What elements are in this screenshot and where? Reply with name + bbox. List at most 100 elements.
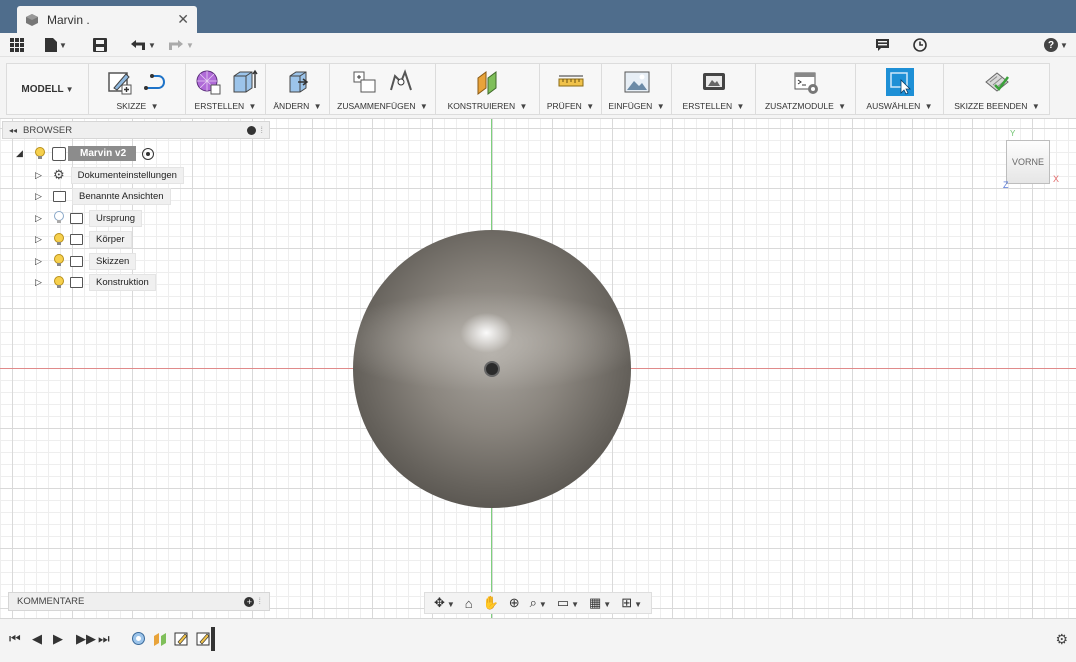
- joint-icon[interactable]: [387, 68, 415, 96]
- expand-triangle-icon[interactable]: ▷: [35, 277, 45, 288]
- tree-root-label[interactable]: Marvin v2: [68, 146, 137, 162]
- comments-panel[interactable]: KOMMENTARE + ⁞: [8, 592, 270, 611]
- zoom-icon[interactable]: ⊕: [509, 595, 520, 611]
- panel-grip-icon[interactable]: ⁞: [260, 125, 263, 136]
- finish-sketch-icon[interactable]: [983, 68, 1011, 96]
- origin-point[interactable]: [484, 361, 500, 377]
- tree-item-konstruktion[interactable]: ▷ Konstruktion: [2, 272, 270, 294]
- skizze-beenden-menu[interactable]: SKIZZE BEENDEN ▼: [944, 101, 1050, 111]
- collapse-triangle-icon[interactable]: ◢: [16, 148, 26, 159]
- timeline-sketch-feature-icon[interactable]: [174, 631, 189, 646]
- close-tab-icon[interactable]: ✕: [177, 11, 189, 28]
- timeline-plane-feature-icon[interactable]: [153, 631, 168, 646]
- fit-window-icon[interactable]: ⌕ ▼: [530, 595, 547, 611]
- tree-item-label[interactable]: Skizzen: [89, 252, 137, 270]
- konstruieren-menu[interactable]: KONSTRUIEREN ▼: [436, 101, 539, 111]
- erstellen-menu[interactable]: ERSTELLEN ▼: [186, 101, 265, 111]
- erstellen-2-menu[interactable]: ERSTELLEN ▼: [672, 101, 755, 111]
- visibility-bulb-icon[interactable]: [34, 146, 46, 161]
- tree-item-label[interactable]: Körper: [89, 231, 132, 249]
- select-cursor-icon[interactable]: [885, 68, 914, 96]
- tree-item-dokumenteinstellungen[interactable]: ▷ ⚙ Dokumenteinstellungen: [2, 165, 270, 187]
- aendern-menu[interactable]: ÄNDERN ▼: [266, 101, 329, 111]
- pin-icon[interactable]: [247, 125, 257, 135]
- look-at-icon[interactable]: ⌂: [465, 596, 473, 611]
- timeline-marker[interactable]: [211, 627, 215, 651]
- viewports-icon[interactable]: ⊞ ▼: [621, 595, 642, 611]
- scripts-addins-icon[interactable]: [792, 68, 820, 96]
- step-back-icon[interactable]: ◀: [32, 631, 42, 647]
- timeline-sketch-active-icon[interactable]: [196, 631, 211, 646]
- notifications-icon[interactable]: [876, 37, 889, 53]
- browser-header[interactable]: ◂◂ BROWSER ⁞: [2, 121, 270, 139]
- expand-triangle-icon[interactable]: ▷: [35, 234, 45, 245]
- render-icon[interactable]: [700, 68, 728, 96]
- tree-item-label[interactable]: Konstruktion: [89, 274, 156, 292]
- offset-plane-icon[interactable]: [474, 68, 502, 96]
- visibility-bulb-icon[interactable]: [53, 232, 65, 247]
- quick-access-bar: ▼ ▼ ▼ ? ▼: [0, 33, 1076, 57]
- apps-grid-icon[interactable]: [10, 37, 24, 53]
- play-icon[interactable]: ▶: [53, 631, 63, 647]
- skizze-menu[interactable]: SKIZZE ▼: [90, 101, 185, 111]
- auswaehlen-menu[interactable]: AUSWÄHLEN ▼: [856, 101, 943, 111]
- timeline-sphere-feature-icon[interactable]: [131, 631, 146, 646]
- history-clock-icon[interactable]: [913, 37, 927, 53]
- panel-grip-icon[interactable]: ⁞: [258, 596, 261, 607]
- folder-icon: [70, 255, 83, 267]
- visibility-bulb-icon[interactable]: [53, 275, 65, 290]
- step-forward-icon[interactable]: ▶▶: [76, 631, 96, 647]
- einfuegen-menu[interactable]: EINFÜGEN ▼: [602, 101, 671, 111]
- grid-settings-icon[interactable]: ▦ ▼: [589, 595, 611, 611]
- einfuegen-label: EINFÜGEN: [608, 101, 653, 111]
- tree-item-ursprung[interactable]: ▷ Ursprung: [2, 208, 270, 230]
- group-pruefen: PRÜFEN ▼: [540, 64, 602, 114]
- display-settings-icon[interactable]: ▭ ▼: [557, 595, 579, 611]
- file-menu-icon[interactable]: ▼: [45, 37, 67, 53]
- expand-triangle-icon[interactable]: ▷: [35, 213, 45, 224]
- group-erstellen-2: ERSTELLEN ▼: [672, 64, 756, 114]
- skizze-beenden-label: SKIZZE BEENDEN: [954, 101, 1028, 111]
- help-icon[interactable]: ? ▼: [1044, 37, 1068, 53]
- collapse-panel-icon[interactable]: ◂◂: [9, 126, 17, 135]
- redo-icon[interactable]: ▼: [168, 37, 194, 53]
- go-to-end-icon[interactable]: ⏭: [98, 631, 110, 647]
- timeline-settings-gear-icon[interactable]: ⚙: [1055, 631, 1068, 648]
- tree-item-label[interactable]: Benannte Ansichten: [72, 188, 171, 206]
- group-auswaehlen: AUSWÄHLEN ▼: [856, 64, 944, 114]
- press-pull-icon[interactable]: [284, 68, 312, 96]
- go-to-start-icon[interactable]: ⏮: [9, 631, 21, 647]
- tree-item-label[interactable]: Ursprung: [89, 209, 143, 227]
- activate-component-icon[interactable]: [142, 147, 155, 160]
- save-icon[interactable]: [93, 37, 107, 53]
- new-component-icon[interactable]: [351, 68, 379, 96]
- workspace-label: MODELL: [21, 83, 64, 95]
- extrude-icon[interactable]: [230, 68, 258, 96]
- tree-item-koerper[interactable]: ▷ Körper: [2, 229, 270, 251]
- tree-item-label[interactable]: Dokumenteinstellungen: [70, 166, 184, 184]
- undo-icon[interactable]: ▼: [130, 37, 156, 53]
- zusatzmodule-menu[interactable]: ZUSATZMODULE ▼: [756, 101, 855, 111]
- tree-root-row[interactable]: ◢ Marvin v2: [2, 143, 270, 165]
- pruefen-menu[interactable]: PRÜFEN ▼: [540, 101, 601, 111]
- create-form-icon[interactable]: [194, 68, 222, 96]
- insert-image-icon[interactable]: [623, 68, 651, 96]
- viewcube[interactable]: VORNE: [1006, 140, 1050, 184]
- document-tab[interactable]: Marvin . ✕: [17, 6, 197, 33]
- expand-triangle-icon[interactable]: ▷: [35, 256, 45, 267]
- create-sketch-icon[interactable]: [106, 68, 134, 96]
- expand-triangle-icon[interactable]: ▷: [35, 191, 45, 202]
- sketch-line-icon[interactable]: [142, 68, 170, 96]
- visibility-bulb-off-icon[interactable]: [53, 211, 65, 225]
- expand-triangle-icon[interactable]: ▷: [35, 170, 45, 181]
- measure-icon[interactable]: [557, 68, 585, 96]
- visibility-bulb-icon[interactable]: [53, 254, 65, 268]
- tree-item-skizzen[interactable]: ▷ Skizzen: [2, 251, 270, 273]
- add-comment-icon[interactable]: +: [244, 596, 255, 607]
- document-icon: [25, 13, 39, 27]
- tree-item-benannte-ansichten[interactable]: ▷ Benannte Ansichten: [2, 186, 270, 208]
- workspace-switcher[interactable]: MODELL ▼: [7, 64, 89, 114]
- zusammenfuegen-menu[interactable]: ZUSAMMENFÜGEN ▼: [330, 101, 435, 111]
- pan-hand-icon[interactable]: ✋: [483, 595, 499, 611]
- orbit-icon[interactable]: ✥ ▼: [434, 595, 455, 611]
